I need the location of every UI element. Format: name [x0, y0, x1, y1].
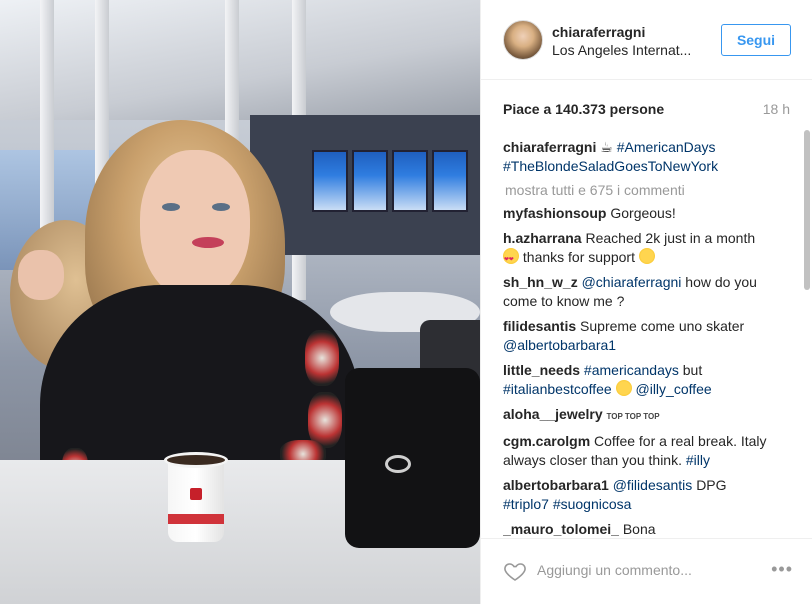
- caption: chiaraferragni ☕ #AmericanDays #TheBlond…: [503, 138, 795, 176]
- comments-list[interactable]: chiaraferragni ☕ #AmericanDays #TheBlond…: [503, 138, 795, 538]
- comment-text: Gorgeous!: [610, 205, 676, 221]
- heart-eyes-emoji-icon: [503, 248, 519, 270]
- photo-handbag: [345, 368, 480, 548]
- top-emoji-icon: TOP TOP TOP: [606, 412, 660, 421]
- comment-username[interactable]: filidesantis: [503, 318, 576, 334]
- comment-username[interactable]: aloha__jewelry: [503, 406, 603, 422]
- instagram-post: chiaraferragni Los Angeles Internat... S…: [0, 0, 812, 604]
- photo-ceiling: [0, 0, 480, 120]
- comments-scrollbar[interactable]: [804, 130, 810, 290]
- comment: aloha__jewelry TOP TOP TOP: [503, 405, 795, 426]
- photo-lips: [192, 237, 224, 248]
- likes-count[interactable]: Piace a 140.373 persone: [503, 101, 664, 117]
- photo-hand: [18, 250, 64, 300]
- author-username[interactable]: chiaraferragni: [552, 24, 645, 40]
- comment-text: but: [682, 362, 703, 378]
- hashtag[interactable]: #AmericanDays: [617, 139, 716, 155]
- photo-coffee-cup-band: [168, 514, 224, 524]
- photo-face: [140, 150, 250, 300]
- comment-text: Reached 2k just in a month: [585, 230, 756, 246]
- post-sidebar: chiaraferragni Los Angeles Internat... S…: [480, 0, 812, 604]
- photo-departure-screen: [432, 150, 468, 212]
- comment-username[interactable]: little_needs: [503, 362, 580, 378]
- more-options-icon[interactable]: •••: [771, 559, 793, 579]
- comment-username[interactable]: sh_hn_w_z: [503, 274, 578, 290]
- heart-icon[interactable]: [503, 559, 527, 583]
- hashtag[interactable]: #triplo7: [503, 496, 549, 512]
- comment: albertobarbara1 @filidesantis DPG #tripl…: [503, 476, 795, 514]
- comment: myfashionsoup Gorgeous!: [503, 204, 795, 223]
- comment-username[interactable]: myfashionsoup: [503, 205, 606, 221]
- mention[interactable]: @illy_coffee: [636, 381, 712, 397]
- comment: sh_hn_w_z @chiaraferragni how do you com…: [503, 273, 795, 311]
- hashtag[interactable]: #suognicosa: [553, 496, 632, 512]
- hashtag[interactable]: #illy: [686, 452, 710, 468]
- post-time[interactable]: 18 h: [763, 101, 790, 117]
- wink-emoji-icon: [638, 248, 655, 264]
- grin-emoji-icon: [615, 380, 632, 396]
- photo-departure-screen: [312, 150, 348, 212]
- coffee-emoji-icon: ☕: [600, 139, 613, 155]
- post-header: chiaraferragni Los Angeles Internat... S…: [481, 0, 812, 80]
- comment-text: Bona: [622, 521, 656, 537]
- comment: _mauro_tolomei_ Bona: [503, 520, 795, 538]
- mention[interactable]: @chiaraferragni: [582, 274, 682, 290]
- comment-username[interactable]: cgm.carolgm: [503, 433, 590, 449]
- add-comment-input[interactable]: [537, 559, 737, 581]
- mention[interactable]: @albertobarbara1: [503, 337, 616, 353]
- show-all-comments-link[interactable]: mostra tutti e 675 i commenti: [503, 182, 795, 198]
- photo-eye: [162, 203, 180, 211]
- photo-coffee-cup-rim: [164, 452, 228, 468]
- photo-sweater-patch: [305, 330, 339, 386]
- comment-text: DPG: [696, 477, 727, 493]
- photo-handbag-logo: [385, 455, 411, 473]
- post-footer: •••: [481, 538, 812, 604]
- comment: little_needs #americandays but #italianb…: [503, 361, 795, 399]
- photo-departure-screen: [352, 150, 388, 212]
- photo-coffee-cup-logo: [190, 488, 202, 500]
- comment-text: thanks for support: [522, 249, 635, 265]
- comment-username[interactable]: albertobarbara1: [503, 477, 609, 493]
- comment-username[interactable]: h.azharrana: [503, 230, 582, 246]
- comment-text: Supreme come uno skater: [580, 318, 745, 334]
- photo-departure-screen: [392, 150, 428, 212]
- hashtag[interactable]: #italianbestcoffee: [503, 381, 612, 397]
- avatar[interactable]: [503, 20, 543, 60]
- mention[interactable]: @filidesantis: [613, 477, 693, 493]
- comment: h.azharrana Reached 2k just in a month t…: [503, 229, 795, 270]
- post-photo[interactable]: [0, 0, 480, 604]
- comment: cgm.carolgm Coffee for a real break. Ita…: [503, 432, 795, 470]
- comment: filidesantis Supreme come uno skater @al…: [503, 317, 795, 355]
- post-location[interactable]: Los Angeles Internat...: [552, 42, 691, 58]
- comment-username[interactable]: _mauro_tolomei_: [503, 521, 619, 537]
- follow-button[interactable]: Segui: [721, 24, 791, 56]
- hashtag[interactable]: #americandays: [584, 362, 679, 378]
- photo-eye: [212, 203, 230, 211]
- caption-username[interactable]: chiaraferragni: [503, 139, 596, 155]
- hashtag[interactable]: #TheBlondeSaladGoesToNewYork: [503, 158, 718, 174]
